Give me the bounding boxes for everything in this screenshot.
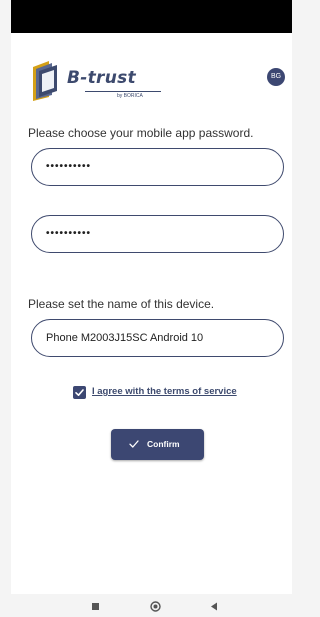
- password-field[interactable]: ••••••••••: [31, 148, 284, 186]
- home-icon[interactable]: [150, 601, 161, 612]
- password-label: Please choose your mobile app password.: [28, 126, 254, 140]
- b-trust-logo: B-trust by BORICA: [27, 57, 161, 103]
- phone-screen: B-trust by BORICA BG Please choose your …: [0, 0, 292, 617]
- logo-underline: [85, 91, 161, 92]
- confirm-label: Confirm: [147, 439, 180, 449]
- logo-subtitle: by BORICA: [117, 93, 143, 99]
- password-value: ••••••••••: [46, 161, 92, 172]
- back-icon[interactable]: [210, 602, 218, 611]
- terms-checkbox[interactable]: [73, 386, 86, 399]
- logo-text: B-trust: [67, 68, 136, 88]
- device-name-label: Please set the name of this device.: [28, 297, 215, 311]
- device-name-field[interactable]: Phone M2003J15SC Android 10: [31, 319, 284, 357]
- check-icon: [129, 440, 139, 448]
- language-button[interactable]: BG: [267, 68, 285, 86]
- status-bar: [11, 0, 292, 33]
- confirm-password-field[interactable]: ••••••••••: [31, 215, 284, 253]
- b-trust-logo-icon: [33, 61, 57, 101]
- app-content: B-trust by BORICA BG Please choose your …: [11, 33, 292, 594]
- confirm-button[interactable]: Confirm: [111, 429, 204, 460]
- android-nav-bar: [0, 594, 292, 617]
- checkmark-icon: [75, 389, 84, 396]
- device-name-value: Phone M2003J15SC Android 10: [46, 332, 204, 344]
- terms-row: I agree with the terms of service: [73, 385, 273, 401]
- recents-icon[interactable]: [92, 603, 99, 610]
- confirm-password-value: ••••••••••: [46, 228, 92, 239]
- terms-link[interactable]: I agree with the terms of service: [92, 386, 237, 397]
